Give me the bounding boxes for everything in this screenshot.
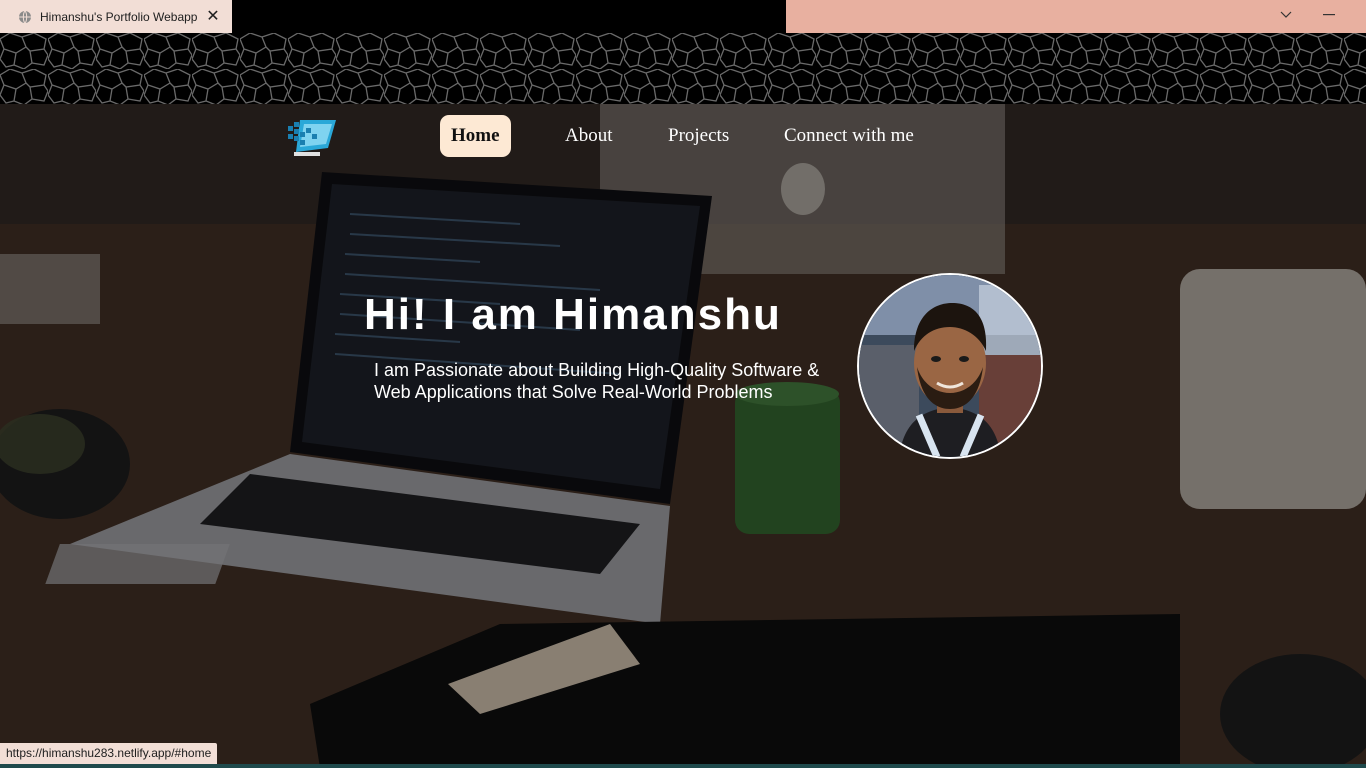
browser-tab[interactable]: Himanshu's Portfolio Webapp ✕ [0,0,232,33]
minimize-icon[interactable] [1307,0,1351,30]
nav-item-about[interactable]: About [565,115,613,157]
avatar [857,273,1043,459]
profile-photo [859,275,1041,457]
nav-item-projects[interactable]: Projects [668,115,729,157]
close-icon[interactable]: ✕ [204,8,222,26]
tab-title: Himanshu's Portfolio Webapp [40,9,198,24]
hero-title: Hi! I am Himanshu [364,290,782,339]
hero-dark-overlay [0,104,1366,768]
hero-subtitle: I am Passionate about Building High-Qual… [374,360,820,402]
chevron-down-icon[interactable] [1264,0,1308,30]
hero-section: Home About Projects Connect with me Hi! … [0,104,1366,768]
browser-titlebar: Himanshu's Portfolio Webapp ✕ [0,0,1366,33]
bottom-accent-line [0,764,1366,768]
nav-item-connect[interactable]: Connect with me [784,115,914,157]
globe-icon [18,10,32,24]
mosaic-pattern [0,33,1366,104]
site-logo[interactable] [286,116,338,158]
window-controls-area [786,0,1366,33]
status-bar-url: https://himanshu283.netlify.app/#home [0,743,218,764]
nav-item-home[interactable]: Home [440,115,511,157]
decorative-pattern-strip [0,33,1366,104]
